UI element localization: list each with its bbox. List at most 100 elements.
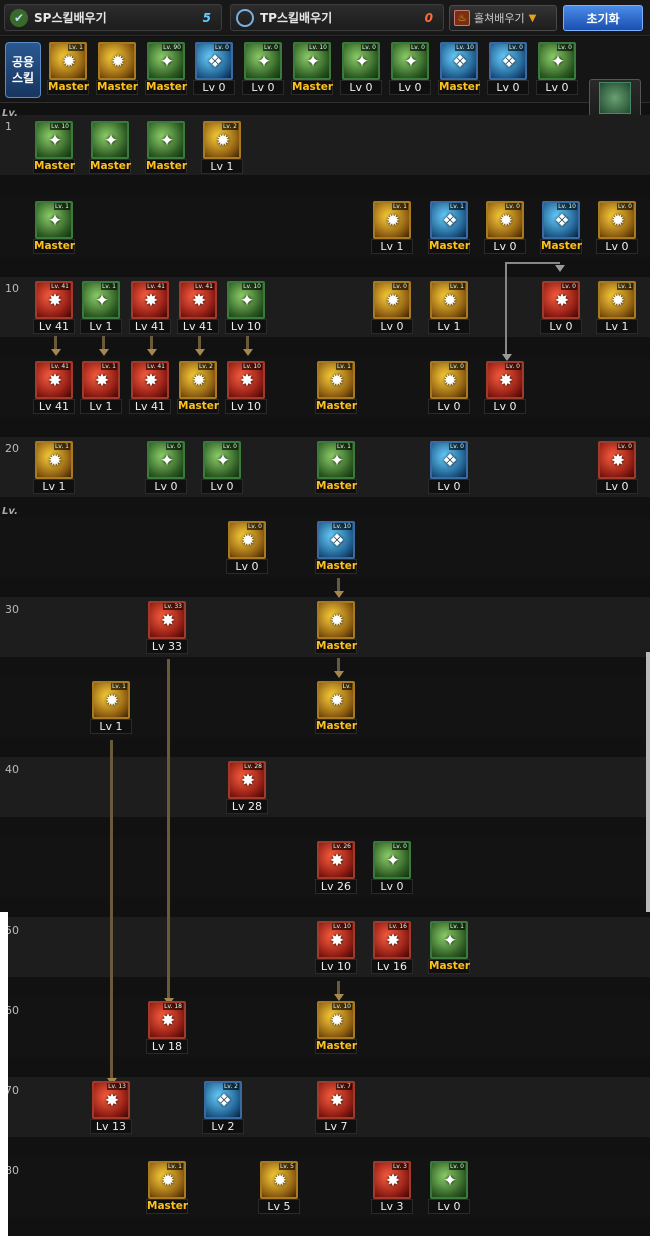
skill-s29[interactable]: ✦ Lv. 0 Lv 0	[145, 441, 187, 495]
reset-button[interactable]: 초기화	[563, 5, 643, 31]
skill-s31[interactable]: ✦ Lv. 1 Master	[315, 441, 357, 495]
skill-s8-level-tag: Lv. 0	[504, 203, 521, 210]
common-skill-4-image: ❖ Lv. 0	[195, 42, 233, 80]
skill-s47[interactable]: ✹ Lv. 10 Master	[315, 1001, 357, 1055]
arrow-down-icon	[334, 994, 344, 1001]
skill-s26[interactable]: ✹ Lv. 0 Lv 0	[428, 361, 470, 415]
skill-icon: ✦	[385, 851, 401, 871]
skill-s44-level-tag: Lv. 16	[388, 923, 408, 930]
skill-s34[interactable]: ✹ Lv. 0 Lv 0	[226, 521, 268, 575]
common-skill-7[interactable]: ✦ Lv. 0 Lv 0	[340, 42, 382, 96]
skill-s50[interactable]: ✸ Lv. 7 Lv 7	[315, 1081, 357, 1135]
skill-s19[interactable]: ✹ Lv. 1 Lv 1	[596, 281, 638, 335]
common-skill-6[interactable]: ✦ Lv. 10 Master	[291, 42, 333, 96]
skill-s5[interactable]: ✦ Lv. 1 Master	[33, 201, 75, 255]
skill-s47-label: Master	[315, 1039, 358, 1054]
skill-s15[interactable]: ✦ Lv. 10 Lv 10	[225, 281, 267, 335]
skill-s52-label: Lv 5	[258, 1199, 300, 1214]
skill-icon: ✦	[442, 1171, 458, 1191]
skill-s45-level-tag: Lv. 1	[448, 923, 465, 930]
skill-s17[interactable]: ✹ Lv. 1 Lv 1	[428, 281, 470, 335]
skill-s52-image: ✹ Lv. 5	[260, 1161, 298, 1199]
skill-s42[interactable]: ✦ Lv. 0 Lv 0	[371, 841, 413, 895]
common-skill-3[interactable]: ✦ Lv. 90 Master	[145, 42, 187, 96]
common-skill-4[interactable]: ❖ Lv. 0 Lv 0	[193, 42, 235, 96]
skill-s53[interactable]: ✸ Lv. 3 Lv 3	[371, 1161, 413, 1215]
skill-s17-level-tag: Lv. 1	[448, 283, 465, 290]
common-skill-8[interactable]: ✦ Lv. 0 Lv 0	[389, 42, 431, 96]
connector-line	[167, 659, 170, 999]
skill-s12[interactable]: ✦ Lv. 1 Lv 1	[80, 281, 122, 335]
common-skill-9[interactable]: ❖ Lv. 10 Master	[438, 42, 480, 96]
skill-s26-image: ✹ Lv. 0	[430, 361, 468, 399]
sp-skill-panel[interactable]: ✔ SP스킬배우기 5	[4, 4, 222, 31]
common-skill-2[interactable]: ✹ Master	[96, 42, 138, 96]
arrow-down-icon	[334, 671, 344, 678]
common-skill-10[interactable]: ❖ Lv. 0 Lv 0	[487, 42, 529, 96]
common-skill-4-level-tag: Lv. 0	[213, 44, 230, 51]
skill-s13[interactable]: ✸ Lv. 41 Lv 41	[129, 281, 171, 335]
skill-s33[interactable]: ✸ Lv. 0 Lv 0	[596, 441, 638, 495]
learn-mode-dropdown[interactable]: ♨ 홀쳐배우기 ▼	[449, 5, 557, 31]
skill-s30[interactable]: ✦ Lv. 0 Lv 0	[201, 441, 243, 495]
common-skill-1[interactable]: ✹ Lv. 1 Master	[47, 42, 89, 96]
skill-s32[interactable]: ❖ Lv. 0 Lv 0	[428, 441, 470, 495]
skill-s44[interactable]: ✸ Lv. 16 Lv 16	[371, 921, 413, 975]
skill-s16-image: ✹ Lv. 0	[373, 281, 411, 319]
skill-icon: ✦	[305, 52, 321, 72]
skill-s40[interactable]: ✸ Lv. 28 Lv 28	[226, 761, 268, 815]
skill-s3[interactable]: ✦ Master	[145, 121, 187, 175]
skill-s20-level-tag: Lv. 41	[50, 363, 70, 370]
skill-s23[interactable]: ✹ Lv. 2 Master	[177, 361, 219, 415]
scrollbar[interactable]	[646, 652, 650, 912]
common-skill-1-label: Master	[47, 80, 90, 95]
skill-s8[interactable]: ✹ Lv. 0 Lv 0	[484, 201, 526, 255]
skill-s52[interactable]: ✹ Lv. 5 Lv 5	[258, 1161, 300, 1215]
skill-s10[interactable]: ✹ Lv. 0 Lv 0	[596, 201, 638, 255]
skill-s49-image: ❖ Lv. 2	[204, 1081, 242, 1119]
skill-s14[interactable]: ✸ Lv. 41 Lv 41	[177, 281, 219, 335]
skill-s48[interactable]: ✸ Lv. 13 Lv 13	[90, 1081, 132, 1135]
skill-s43[interactable]: ✸ Lv. 10 Lv 10	[315, 921, 357, 975]
skill-s51[interactable]: ✹ Lv. 1 Master	[146, 1161, 188, 1215]
common-skill-11[interactable]: ✦ Lv. 0 Lv 0	[536, 42, 578, 96]
common-skill-1-level-tag: Lv. 1	[67, 44, 84, 51]
skill-s3-image: ✦	[147, 121, 185, 159]
skill-s25[interactable]: ✹ Lv. 1 Master	[315, 361, 357, 415]
skill-s2[interactable]: ✦ Master	[89, 121, 131, 175]
skill-s46[interactable]: ✸ Lv. 18 Lv 18	[146, 1001, 188, 1055]
skill-s36[interactable]: ✸ Lv. 33 Lv 33	[146, 601, 188, 655]
skill-s35[interactable]: ❖ Lv. 10 Master	[315, 521, 357, 575]
skill-s37[interactable]: ✹ Master	[315, 601, 357, 655]
skill-s45[interactable]: ✦ Lv. 1 Master	[428, 921, 470, 975]
skill-s47-image: ✹ Lv. 10	[317, 1001, 355, 1039]
common-skill-5[interactable]: ✦ Lv. 0 Lv 0	[242, 42, 284, 96]
skill-s49[interactable]: ❖ Lv. 2 Lv 2	[202, 1081, 244, 1135]
skill-s1[interactable]: ✦ Lv. 10 Master	[33, 121, 75, 175]
skill-s30-image: ✦ Lv. 0	[203, 441, 241, 479]
skill-s9[interactable]: ❖ Lv. 10 Master	[540, 201, 582, 255]
skill-s27[interactable]: ✸ Lv. 0 Lv 0	[484, 361, 526, 415]
skill-s21[interactable]: ✸ Lv. 1 Lv 1	[80, 361, 122, 415]
tp-skill-panel[interactable]: TP스킬배우기 0	[230, 4, 444, 31]
skill-s22[interactable]: ✸ Lv. 41 Lv 41	[129, 361, 171, 415]
skill-s18[interactable]: ✸ Lv. 0 Lv 0	[540, 281, 582, 335]
skill-s43-label: Lv 10	[315, 959, 357, 974]
skill-icon: ✦	[215, 451, 231, 471]
skill-s4[interactable]: ✹ Lv. 2 Lv 1	[201, 121, 243, 175]
skill-s39[interactable]: ✹ Lv. Master	[315, 681, 357, 735]
skill-s20[interactable]: ✸ Lv. 41 Lv 41	[33, 361, 75, 415]
skill-icon: ✸	[47, 291, 63, 311]
skill-s16[interactable]: ✹ Lv. 0 Lv 0	[371, 281, 413, 335]
skill-s38[interactable]: ✹ Lv. 1 Lv 1	[90, 681, 132, 735]
skill-s54[interactable]: ✦ Lv. 0 Lv 0	[428, 1161, 470, 1215]
skill-s30-level-tag: Lv. 0	[221, 443, 238, 450]
connector-line	[150, 336, 153, 350]
skill-s6[interactable]: ✹ Lv. 1 Lv 1	[371, 201, 413, 255]
skill-s41[interactable]: ✸ Lv. 26 Lv 26	[315, 841, 357, 895]
skill-s11[interactable]: ✸ Lv. 41 Lv 41	[33, 281, 75, 335]
skill-s28[interactable]: ✹ Lv. 1 Lv 1	[33, 441, 75, 495]
skill-s24[interactable]: ✸ Lv. 10 Lv 10	[225, 361, 267, 415]
skill-s14-label: Lv 41	[177, 319, 219, 334]
skill-s7[interactable]: ❖ Lv. 1 Master	[428, 201, 470, 255]
